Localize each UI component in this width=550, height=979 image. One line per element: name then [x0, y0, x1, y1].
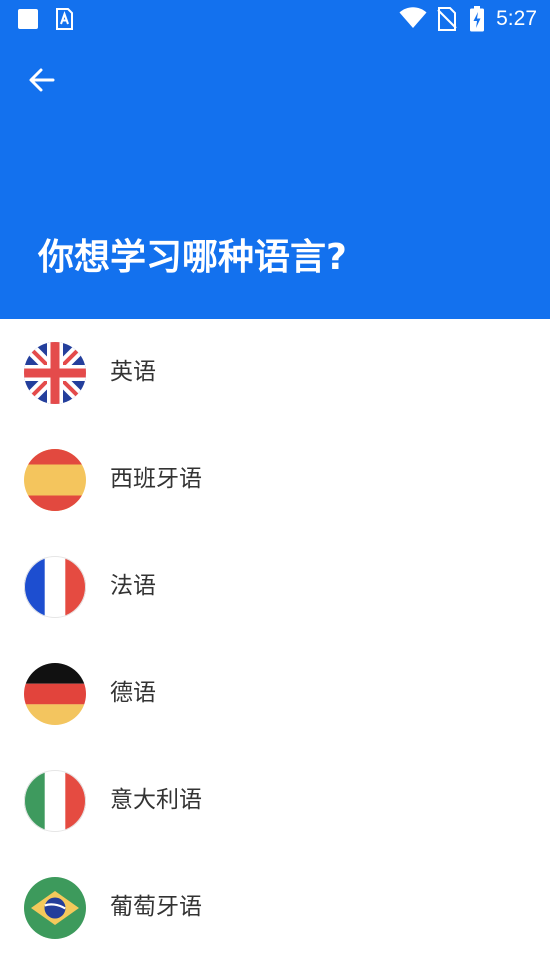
spain-flag-icon	[24, 449, 86, 511]
wifi-icon	[399, 7, 427, 33]
france-flag-icon	[24, 556, 86, 618]
uk-flag-icon	[24, 342, 86, 404]
square-notification-icon	[17, 8, 39, 34]
brazil-flag-icon	[24, 877, 86, 939]
battery-charging-icon	[469, 6, 485, 36]
language-item-spanish[interactable]: 西班牙语	[0, 426, 550, 533]
screen: 5:27 你想学习哪种语言? 英语 西班牙语 法语 德语 意大利语 葡萄牙语	[0, 0, 550, 979]
language-label: 西班牙语	[110, 466, 202, 492]
language-label: 法语	[110, 573, 156, 599]
language-label: 葡萄牙语	[110, 894, 202, 920]
no-sim-icon	[437, 7, 457, 35]
back-button[interactable]	[22, 60, 62, 100]
language-item-english[interactable]: 英语	[0, 319, 550, 426]
germany-flag-icon	[24, 663, 86, 725]
language-label: 德语	[110, 680, 156, 706]
page-title: 你想学习哪种语言?	[38, 237, 347, 278]
language-item-french[interactable]: 法语	[0, 533, 550, 640]
status-bar: 5:27	[0, 0, 550, 38]
language-item-german[interactable]: 德语	[0, 640, 550, 747]
italy-flag-icon	[24, 770, 86, 832]
header: 5:27 你想学习哪种语言?	[0, 0, 550, 319]
language-item-portuguese[interactable]: 葡萄牙语	[0, 854, 550, 961]
language-item-italian[interactable]: 意大利语	[0, 747, 550, 854]
language-label: 英语	[110, 359, 156, 385]
status-time: 5:27	[496, 7, 537, 30]
app-a-icon	[54, 8, 74, 34]
language-label: 意大利语	[110, 787, 202, 813]
language-list: 英语 西班牙语 法语 德语 意大利语 葡萄牙语	[0, 319, 550, 961]
arrow-left-icon	[29, 68, 55, 92]
